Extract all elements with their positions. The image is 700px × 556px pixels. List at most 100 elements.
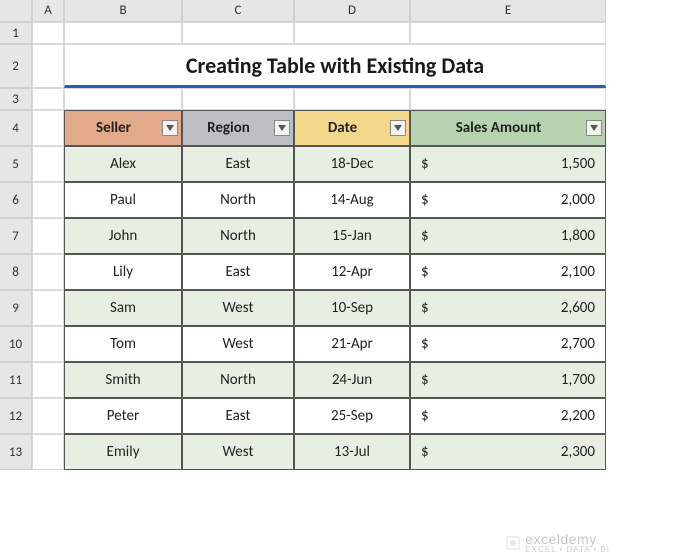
cell-A5[interactable] (32, 146, 64, 182)
table-row[interactable]: 24-Jun (294, 362, 410, 398)
row-header-12[interactable]: 12 (0, 398, 32, 434)
table-header-region[interactable]: Region (182, 110, 294, 146)
table-row[interactable]: 12-Apr (294, 254, 410, 290)
col-header-E[interactable]: E (410, 0, 606, 22)
table-row[interactable]: 14-Aug (294, 182, 410, 218)
row-header-4[interactable]: 4 (0, 110, 32, 146)
col-header-A[interactable]: A (32, 0, 64, 22)
cell-D3[interactable] (294, 88, 410, 110)
table-row[interactable]: John (64, 218, 182, 254)
cell-A12[interactable] (32, 398, 64, 434)
cell-A8[interactable] (32, 254, 64, 290)
table-row[interactable]: North (182, 182, 294, 218)
col-header-B[interactable]: B (64, 0, 182, 22)
col-header-D[interactable]: D (294, 0, 410, 22)
header-label-seller: Seller (65, 119, 162, 137)
table-row[interactable]: Tom (64, 326, 182, 362)
table-row[interactable]: $2,700 (410, 326, 606, 362)
currency-symbol: $ (421, 335, 429, 353)
header-label-date: Date (295, 119, 390, 137)
cell-B3[interactable] (64, 88, 182, 110)
cell-C1[interactable] (182, 22, 294, 44)
currency-symbol: $ (421, 263, 429, 281)
table-row[interactable]: Paul (64, 182, 182, 218)
row-header-9[interactable]: 9 (0, 290, 32, 326)
row-header-1[interactable]: 1 (0, 22, 32, 44)
filter-dropdown-seller[interactable] (162, 120, 178, 136)
currency-symbol: $ (421, 299, 429, 317)
filter-dropdown-region[interactable] (274, 120, 290, 136)
table-row[interactable]: Peter (64, 398, 182, 434)
table-row[interactable]: Sam (64, 290, 182, 326)
currency-symbol: $ (421, 191, 429, 209)
table-row[interactable]: $1,700 (410, 362, 606, 398)
sales-value: 1,500 (561, 155, 595, 173)
currency-symbol: $ (421, 155, 429, 173)
cell-A1[interactable] (32, 22, 64, 44)
table-row[interactable]: $1,800 (410, 218, 606, 254)
cell-A11[interactable] (32, 362, 64, 398)
table-row[interactable]: 18-Dec (294, 146, 410, 182)
cell-A2[interactable] (32, 44, 64, 88)
table-row[interactable]: East (182, 398, 294, 434)
col-header-C[interactable]: C (182, 0, 294, 22)
page-title[interactable]: Creating Table with Existing Data (64, 44, 606, 88)
table-header-date[interactable]: Date (294, 110, 410, 146)
table-row[interactable]: $2,300 (410, 434, 606, 470)
table-row[interactable]: $2,000 (410, 182, 606, 218)
row-header-3[interactable]: 3 (0, 88, 32, 110)
row-header-8[interactable]: 8 (0, 254, 32, 290)
header-label-sales: Sales Amount (411, 119, 586, 137)
spreadsheet-grid: A B C D E 1 2 Creating Table with Existi… (0, 0, 700, 470)
filter-dropdown-sales[interactable] (586, 120, 602, 136)
table-row[interactable]: Alex (64, 146, 182, 182)
table-row[interactable]: West (182, 326, 294, 362)
cell-E1[interactable] (410, 22, 606, 44)
row-header-7[interactable]: 7 (0, 218, 32, 254)
table-row[interactable]: 13-Jul (294, 434, 410, 470)
select-all-corner[interactable] (0, 0, 32, 22)
table-header-seller[interactable]: Seller (64, 110, 182, 146)
cell-A7[interactable] (32, 218, 64, 254)
watermark-icon (505, 535, 521, 551)
cell-A9[interactable] (32, 290, 64, 326)
table-row[interactable]: $2,600 (410, 290, 606, 326)
cell-A10[interactable] (32, 326, 64, 362)
table-row[interactable]: East (182, 146, 294, 182)
table-row[interactable]: $2,200 (410, 398, 606, 434)
cell-A6[interactable] (32, 182, 64, 218)
sales-value: 1,700 (561, 371, 595, 389)
table-row[interactable]: East (182, 254, 294, 290)
watermark-brand: exceldemy (525, 532, 610, 546)
cell-A3[interactable] (32, 88, 64, 110)
cell-C3[interactable] (182, 88, 294, 110)
table-row[interactable]: 10-Sep (294, 290, 410, 326)
row-header-2[interactable]: 2 (0, 44, 32, 88)
cell-E3[interactable] (410, 88, 606, 110)
table-row[interactable]: North (182, 362, 294, 398)
cell-A13[interactable] (32, 434, 64, 470)
table-row[interactable]: North (182, 218, 294, 254)
table-row[interactable]: West (182, 434, 294, 470)
table-row[interactable]: 21-Apr (294, 326, 410, 362)
row-header-6[interactable]: 6 (0, 182, 32, 218)
sales-value: 2,000 (561, 191, 595, 209)
table-row[interactable]: $2,100 (410, 254, 606, 290)
row-header-10[interactable]: 10 (0, 326, 32, 362)
filter-dropdown-date[interactable] (390, 120, 406, 136)
table-row[interactable]: Lily (64, 254, 182, 290)
cell-A4[interactable] (32, 110, 64, 146)
row-header-13[interactable]: 13 (0, 434, 32, 470)
row-header-11[interactable]: 11 (0, 362, 32, 398)
table-row[interactable]: 25-Sep (294, 398, 410, 434)
table-header-sales[interactable]: Sales Amount (410, 110, 606, 146)
row-header-5[interactable]: 5 (0, 146, 32, 182)
watermark-tagline: EXCEL • DATA • BI (525, 546, 610, 554)
cell-D1[interactable] (294, 22, 410, 44)
table-row[interactable]: $1,500 (410, 146, 606, 182)
table-row[interactable]: Smith (64, 362, 182, 398)
table-row[interactable]: 15-Jan (294, 218, 410, 254)
table-row[interactable]: Emily (64, 434, 182, 470)
table-row[interactable]: West (182, 290, 294, 326)
cell-B1[interactable] (64, 22, 182, 44)
